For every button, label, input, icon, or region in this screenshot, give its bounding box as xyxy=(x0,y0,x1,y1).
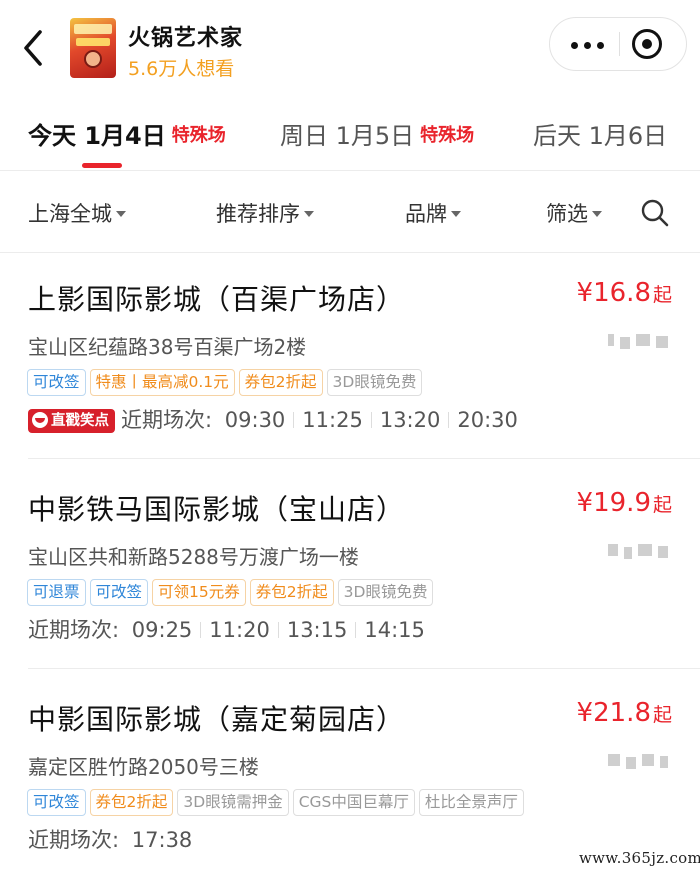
cinema-tag: 3D眼镜免费 xyxy=(326,369,423,396)
time-separator xyxy=(277,622,279,638)
tab-date-label: 周日 1月5日 xyxy=(280,122,415,150)
date-tabs: 今天 1月4日 特殊场 周日 1月5日 特殊场 后天 1月6日 xyxy=(0,104,700,170)
cinema-tag: 可领15元券 xyxy=(152,579,246,606)
tab-date-day-after[interactable]: 后天 1月6日 xyxy=(533,116,667,156)
special-screening-tag: 特殊场 xyxy=(171,125,226,146)
top-bar: 火锅艺术家 5.6万人想看 xyxy=(0,0,700,96)
time-separator xyxy=(355,622,357,638)
caret-down-icon xyxy=(592,211,602,217)
showtime: 13:20 xyxy=(379,408,441,432)
cinema-card[interactable]: 中影铁马国际影城（宝山店） ¥19.9 起 宝山区共和新路5288号万渡广场一楼 … xyxy=(0,462,700,668)
time-separator xyxy=(448,412,450,428)
divider xyxy=(28,668,700,669)
showtime: 09:25 xyxy=(131,618,193,642)
filter-city[interactable]: 上海全城 xyxy=(28,198,126,228)
cinema-address: 宝山区纪蕴路38号百渠广场2楼 xyxy=(28,335,307,359)
movie-poster-thumbnail xyxy=(70,18,116,78)
caret-down-icon xyxy=(451,211,461,217)
cinema-card[interactable]: 中影国际影城（嘉定菊园店） ¥21.8 起 嘉定区胜竹路2050号三楼 可改签 券包… xyxy=(0,672,700,876)
active-tab-indicator xyxy=(82,163,122,168)
more-dots-icon[interactable] xyxy=(560,18,616,70)
live-badge: 直戳笑点 xyxy=(28,409,115,433)
recent-showtimes: 近期场次: 09:25 11:20 13:15 14:15 xyxy=(28,614,425,644)
cinema-card[interactable]: 上影国际影城（百渠广场店） ¥16.8 起 宝山区纪蕴路38号百渠广场2楼 可改签… xyxy=(0,252,700,458)
filter-label: 品牌 xyxy=(405,202,447,226)
distance-blurred xyxy=(604,748,672,772)
cinema-address: 宝山区共和新路5288号万渡广场一楼 xyxy=(28,545,359,569)
filter-label: 推荐排序 xyxy=(216,202,300,226)
filter-label: 筛选 xyxy=(546,202,588,226)
want-to-see-count: 5.6万人想看 xyxy=(128,58,235,80)
smile-icon xyxy=(32,412,48,428)
showtime: 11:20 xyxy=(209,618,270,642)
filter-sort[interactable]: 推荐排序 xyxy=(216,198,314,228)
special-screening-tag: 特殊场 xyxy=(420,125,475,146)
price-value: ¥16.8 xyxy=(576,278,651,308)
cinema-tags: 可改签 特惠丨最高减0.1元 券包2折起 3D眼镜免费 xyxy=(27,369,426,397)
cinema-tag: 杜比全景声厅 xyxy=(418,789,524,816)
tab-date-label: 后天 1月6日 xyxy=(533,122,668,150)
showtime: 09:30 xyxy=(224,408,286,432)
showtime: 14:15 xyxy=(364,618,425,642)
cinema-name: 中影铁马国际影城（宝山店） xyxy=(28,493,406,526)
cinema-tag: 3D眼镜需押金 xyxy=(177,789,289,816)
caret-down-icon xyxy=(116,211,126,217)
price-suffix: 起 xyxy=(652,494,672,516)
target-circle-icon[interactable] xyxy=(632,29,662,59)
capsule-divider xyxy=(619,32,620,56)
cinema-address: 嘉定区胜竹路2050号三楼 xyxy=(28,755,259,779)
cinema-tag: 可退票 xyxy=(27,579,86,606)
divider xyxy=(28,458,700,459)
miniprogram-capsule xyxy=(549,17,687,71)
distance-blurred xyxy=(604,538,672,562)
chevron-left-icon[interactable] xyxy=(18,26,52,70)
time-separator xyxy=(200,622,202,638)
distance-blurred xyxy=(604,328,672,352)
cinema-price: ¥21.8 起 xyxy=(577,698,672,728)
showtime: 11:25 xyxy=(302,408,363,432)
cinema-price: ¥19.9 起 xyxy=(577,488,672,518)
price-suffix: 起 xyxy=(652,704,672,726)
filter-label: 上海全城 xyxy=(28,202,112,226)
cinema-price: ¥16.8 起 xyxy=(577,278,672,308)
cinema-tag: 券包2折起 xyxy=(249,579,334,606)
cinema-tag: CGS中国巨幕厅 xyxy=(292,789,415,816)
price-value: ¥21.8 xyxy=(576,698,651,728)
cinema-name: 上影国际影城（百渠广场店） xyxy=(28,283,406,316)
movie-title: 火锅艺术家 xyxy=(128,26,244,51)
tab-date-label: 今天 1月4日 xyxy=(28,122,166,150)
badge-text: 直戳笑点 xyxy=(51,413,109,429)
cinema-tags: 可退票 可改签 可领15元券 券包2折起 3D眼镜免费 xyxy=(27,579,437,607)
showtimes-label: 近期场次: xyxy=(28,828,120,852)
time-separator xyxy=(370,412,372,428)
cinema-tag: 可改签 xyxy=(27,789,86,816)
showtimes-label: 近期场次: xyxy=(28,618,120,642)
showtime: 17:38 xyxy=(131,828,193,852)
cinema-tag: 可改签 xyxy=(27,369,86,396)
cinema-tag: 3D眼镜免费 xyxy=(337,579,434,606)
cinema-tag: 券包2折起 xyxy=(238,369,323,396)
showtime: 13:15 xyxy=(286,618,348,642)
time-separator xyxy=(293,412,295,428)
cinema-tag: 特惠丨最高减0.1元 xyxy=(89,369,235,396)
cinema-tag: 券包2折起 xyxy=(89,789,174,816)
filter-brand[interactable]: 品牌 xyxy=(405,198,461,228)
recent-showtimes: 近期场次: 17:38 xyxy=(28,824,192,854)
cinema-tag: 可改签 xyxy=(89,579,149,606)
cinema-tags: 可改签 券包2折起 3D眼镜需押金 CGS中国巨幕厅 杜比全景声厅 xyxy=(27,789,528,817)
watermark-text: www.365jz.com xyxy=(579,849,700,867)
filter-bar: 上海全城 推荐排序 品牌 筛选 xyxy=(0,172,700,252)
filter-more[interactable]: 筛选 xyxy=(546,198,602,228)
cinema-name: 中影国际影城（嘉定菊园店） xyxy=(28,703,406,736)
recent-showtimes: 直戳笑点 近期场次: 09:30 11:25 13:20 20:30 xyxy=(28,404,518,434)
showtime: 20:30 xyxy=(457,408,518,432)
divider xyxy=(0,170,700,171)
search-icon[interactable] xyxy=(640,198,670,228)
tab-date-sunday[interactable]: 周日 1月5日 特殊场 xyxy=(280,116,474,156)
caret-down-icon xyxy=(304,211,314,217)
showtimes-label: 近期场次: xyxy=(121,408,213,432)
price-value: ¥19.9 xyxy=(576,488,651,518)
tab-date-today[interactable]: 今天 1月4日 特殊场 xyxy=(28,116,226,156)
price-suffix: 起 xyxy=(652,284,672,306)
